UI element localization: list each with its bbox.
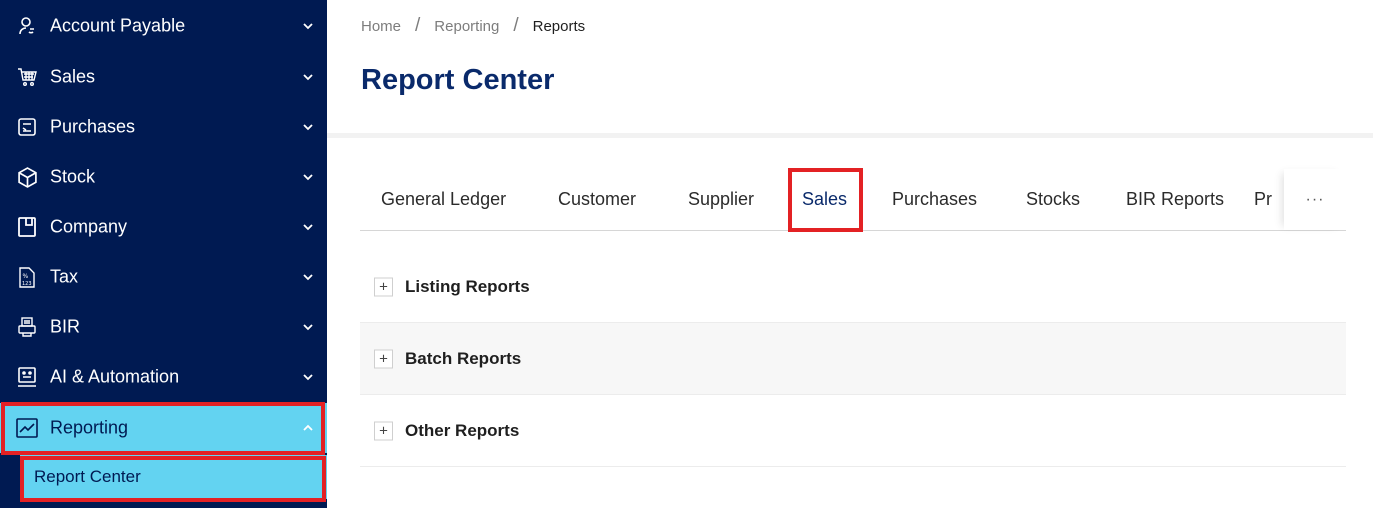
sidebar-item-bir[interactable]: BIR <box>0 302 327 352</box>
panel-title: Other Reports <box>405 420 520 440</box>
tab-stocks[interactable]: Stocks <box>1026 169 1080 230</box>
tab-supplier[interactable]: Supplier <box>688 169 754 230</box>
chevron-down-icon <box>303 274 313 281</box>
sidebar-item-purchases[interactable]: Purchases <box>0 102 327 152</box>
tabs-more-button[interactable]: ··· <box>1284 169 1346 230</box>
plus-icon: + <box>374 349 393 368</box>
tab-purchases[interactable]: Purchases <box>892 169 977 230</box>
report-tabs: General Ledger Customer Supplier Sales P… <box>360 169 1346 231</box>
percent-icon: % 123 <box>16 266 38 288</box>
page-title: Report Center <box>361 64 555 96</box>
tab-bir-reports[interactable]: BIR Reports <box>1126 169 1224 230</box>
tab-general-ledger[interactable]: General Ledger <box>381 169 506 230</box>
sidebar-item-sales[interactable]: Sales <box>0 52 327 102</box>
chevron-up-icon <box>303 424 313 431</box>
sidebar-item-tax[interactable]: % 123 Tax <box>0 252 327 302</box>
sidebar-item-reporting[interactable]: Reporting <box>0 403 327 453</box>
chart-line-icon <box>16 417 38 439</box>
sidebar-item-label: Company <box>50 216 128 237</box>
sidebar-item-label: Account Payable <box>50 15 186 36</box>
printer-icon <box>16 316 38 338</box>
chevron-down-icon <box>303 23 313 30</box>
plus-icon: + <box>374 277 393 296</box>
breadcrumb: Home / Reporting / Reports <box>361 15 585 37</box>
breadcrumb-reporting[interactable]: Reporting <box>434 18 499 35</box>
chevron-down-icon <box>303 224 313 231</box>
panel-listing-reports[interactable]: + Listing Reports <box>360 251 1346 323</box>
chevron-down-icon <box>303 174 313 181</box>
sidebar-item-label: Sales <box>50 66 96 87</box>
sidebar-item-label: AI & Automation <box>50 366 180 387</box>
breadcrumb-separator: / <box>513 15 519 36</box>
sidebar-item-label: Stock <box>50 166 96 187</box>
building-icon <box>16 216 38 238</box>
header-divider <box>327 133 1373 138</box>
chevron-down-icon <box>303 324 313 331</box>
sidebar-item-account-payable[interactable]: Account Payable <box>0 1 327 51</box>
breadcrumb-reports: Reports <box>532 17 586 35</box>
svg-text:123: 123 <box>22 281 32 287</box>
chevron-down-icon <box>303 374 313 381</box>
sidebar-item-label: Reporting <box>50 417 129 438</box>
sidebar-item-stock[interactable]: Stock <box>0 152 327 202</box>
breadcrumb-home[interactable]: Home <box>361 18 401 35</box>
cart-icon <box>16 66 38 88</box>
tab-truncated[interactable]: Pr <box>1254 169 1272 230</box>
tab-customer[interactable]: Customer <box>558 169 636 230</box>
panel-batch-reports[interactable]: + Batch Reports <box>360 323 1346 395</box>
sidebar-item-label: Purchases <box>50 116 136 137</box>
account-payable-icon <box>16 15 38 37</box>
sidebar-subitem-label: Report Center <box>34 467 141 486</box>
chevron-down-icon <box>303 124 313 131</box>
breadcrumb-separator: / <box>415 15 421 36</box>
sidebar-item-company[interactable]: Company <box>0 202 327 252</box>
panel-title: Batch Reports <box>405 348 522 368</box>
tab-sales[interactable]: Sales <box>802 169 848 231</box>
sidebar-item-label: Tax <box>50 266 79 287</box>
plus-icon: + <box>374 421 393 440</box>
chevron-down-icon <box>303 74 313 81</box>
receipt-icon <box>16 116 38 138</box>
panel-title: Listing Reports <box>405 276 530 296</box>
sidebar-item-label: BIR <box>50 316 81 337</box>
sidebar-item-ai-automation[interactable]: AI & Automation <box>0 352 327 402</box>
sidebar-subitem-report-center[interactable]: Report Center <box>20 455 327 499</box>
panel-other-reports[interactable]: + Other Reports <box>360 395 1346 467</box>
box-icon <box>16 166 38 188</box>
svg-text:%: % <box>23 273 29 280</box>
robot-icon <box>16 366 38 388</box>
sidebar: Account Payable Sales Purchases Stock Co… <box>0 0 327 508</box>
